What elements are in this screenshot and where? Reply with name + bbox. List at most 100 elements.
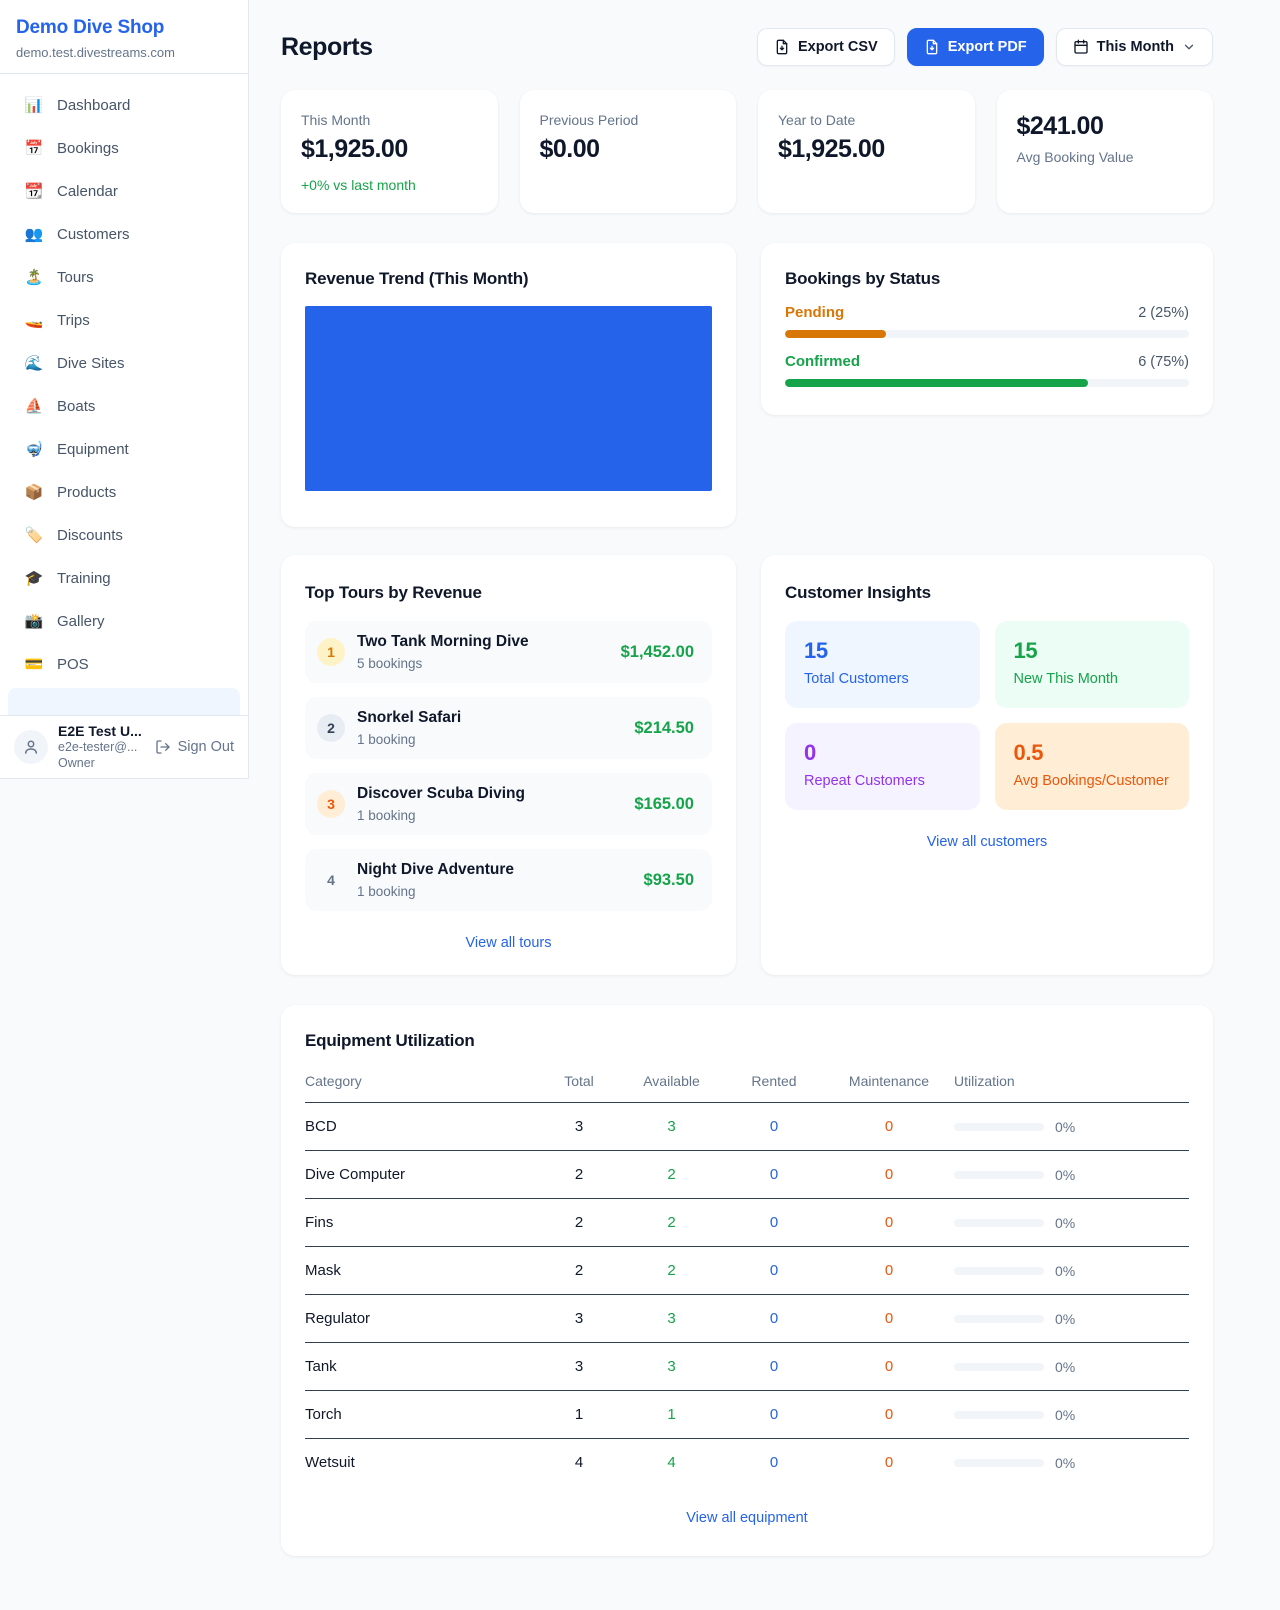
cell-category: Fins — [305, 1199, 539, 1247]
sidebar-item-gallery[interactable]: 📸Gallery — [8, 600, 240, 643]
sidebar-item-bookings[interactable]: 📅Bookings — [8, 127, 240, 170]
export-csv-label: Export CSV — [798, 39, 878, 55]
status-progress-track — [785, 379, 1189, 387]
table-row: BCD 3 3 0 0 0% — [305, 1103, 1189, 1151]
utilization-cell: 0% — [954, 1215, 1189, 1231]
top-tours-card: Top Tours by Revenue 1 Two Tank Morning … — [281, 555, 736, 975]
cell-rented: 0 — [724, 1391, 824, 1439]
sign-out-button[interactable]: Sign Out — [155, 739, 234, 755]
tour-name: Night Dive Adventure — [357, 861, 632, 879]
insight-tile-new-this-month: 15 New This Month — [995, 621, 1190, 708]
bookings-by-status-card: Bookings by Status Pending 2 (25%) Confi… — [761, 243, 1213, 415]
sidebar-item-dive-sites[interactable]: 🌊Dive Sites — [8, 342, 240, 385]
column-header-rented: Rented — [724, 1065, 824, 1103]
logout-icon — [155, 739, 171, 755]
sidebar-item-discounts[interactable]: 🏷️Discounts — [8, 514, 240, 557]
sailboat-icon: ⛵ — [24, 399, 44, 414]
column-header-available: Available — [619, 1065, 724, 1103]
utilization-cell: 0% — [954, 1311, 1189, 1327]
cell-available: 4 — [619, 1439, 724, 1487]
sidebar-item-customers[interactable]: 👥Customers — [8, 213, 240, 256]
table-row: Wetsuit 4 4 0 0 0% — [305, 1439, 1189, 1487]
status-label: Pending — [785, 304, 844, 321]
column-header-utilization: Utilization — [954, 1065, 1189, 1103]
tour-name: Discover Scuba Diving — [357, 785, 622, 803]
status-row-pending: Pending 2 (25%) — [785, 304, 1189, 338]
top-tours-title: Top Tours by Revenue — [305, 583, 712, 603]
utilization-cell: 0% — [954, 1455, 1189, 1471]
sidebar-item-equipment[interactable]: 🤿Equipment — [8, 428, 240, 471]
insight-label: Total Customers — [804, 671, 961, 687]
cell-category: Torch — [305, 1391, 539, 1439]
equipment-utilization-title: Equipment Utilization — [305, 1031, 1189, 1051]
cell-rented: 0 — [724, 1103, 824, 1151]
sidebar-item-label: Discounts — [57, 527, 123, 544]
cell-available: 2 — [619, 1151, 724, 1199]
rank-badge: 1 — [317, 638, 345, 666]
sidebar-item-calendar[interactable]: 📆Calendar — [8, 170, 240, 213]
utilization-percent: 0% — [1055, 1215, 1075, 1231]
cell-total: 2 — [539, 1199, 619, 1247]
sidebar-user-section: E2E Test U... e2e-tester@... Owner Sign … — [0, 715, 248, 778]
sidebar-item-training[interactable]: 🎓Training — [8, 557, 240, 600]
header-actions: Export CSV Export PDF This Month — [757, 28, 1213, 66]
customers-icon: 👥 — [24, 227, 44, 242]
utilization-percent: 0% — [1055, 1119, 1075, 1135]
rank-badge: 3 — [317, 790, 345, 818]
sidebar-item-products[interactable]: 📦Products — [8, 471, 240, 514]
sidebar-item-label: POS — [57, 656, 89, 673]
sidebar-item-pos[interactable]: 💳POS — [8, 643, 240, 686]
view-all-equipment-link[interactable]: View all equipment — [305, 1510, 1189, 1526]
tour-amount: $165.00 — [634, 795, 694, 814]
cell-maintenance: 0 — [824, 1103, 954, 1151]
sidebar-item-boats[interactable]: ⛵Boats — [8, 385, 240, 428]
utilization-percent: 0% — [1055, 1263, 1075, 1279]
insight-value: 0.5 — [1014, 740, 1171, 766]
charts-row: Revenue Trend (This Month) Bookings by S… — [281, 243, 1213, 527]
reports-page: { "sidebar": { "shop_name": "Demo Dive S… — [0, 0, 1280, 1610]
utilization-cell: 0% — [954, 1407, 1189, 1423]
file-download-icon — [924, 39, 940, 55]
export-csv-button[interactable]: Export CSV — [757, 28, 895, 66]
table-row: Dive Computer 2 2 0 0 0% — [305, 1151, 1189, 1199]
utilization-bar-track — [954, 1219, 1044, 1227]
main-content: Reports Export CSV Export PDF This Month… — [281, 28, 1213, 1556]
sidebar: Demo Dive Shop demo.test.divestreams.com… — [0, 0, 249, 779]
utilization-bar-track — [954, 1459, 1044, 1467]
speedboat-icon: 🚤 — [24, 313, 44, 328]
period-label: This Month — [1097, 39, 1174, 55]
period-select[interactable]: This Month — [1056, 28, 1213, 66]
sidebar-item-trips[interactable]: 🚤Trips — [8, 299, 240, 342]
cell-total: 2 — [539, 1151, 619, 1199]
sidebar-item-reports-active-clipped[interactable] — [8, 688, 240, 715]
camera-icon: 📸 — [24, 614, 44, 629]
user-name: E2E Test U... — [58, 723, 142, 739]
utilization-bar-track — [954, 1411, 1044, 1419]
utilization-bar-track — [954, 1171, 1044, 1179]
stat-label: This Month — [301, 112, 478, 128]
status-row-confirmed: Confirmed 6 (75%) — [785, 353, 1189, 387]
file-download-icon — [774, 39, 790, 55]
view-all-customers-link[interactable]: View all customers — [785, 834, 1189, 850]
shop-domain: demo.test.divestreams.com — [16, 45, 232, 60]
sidebar-item-label: Products — [57, 484, 116, 501]
export-pdf-button[interactable]: Export PDF — [907, 28, 1044, 66]
utilization-bar-track — [954, 1315, 1044, 1323]
sidebar-item-label: Dashboard — [57, 97, 130, 114]
cell-available: 3 — [619, 1295, 724, 1343]
view-all-tours-link[interactable]: View all tours — [305, 935, 712, 951]
sidebar-item-dashboard[interactable]: 📊Dashboard — [8, 84, 240, 127]
revenue-trend-title: Revenue Trend (This Month) — [305, 269, 712, 289]
wave-icon: 🌊 — [24, 356, 44, 371]
utilization-percent: 0% — [1055, 1455, 1075, 1471]
stat-card-year-to-date: Year to Date $1,925.00 — [758, 90, 975, 213]
cell-maintenance: 0 — [824, 1343, 954, 1391]
cell-total: 3 — [539, 1343, 619, 1391]
cell-rented: 0 — [724, 1343, 824, 1391]
column-header-maintenance: Maintenance — [824, 1065, 954, 1103]
cell-available: 1 — [619, 1391, 724, 1439]
insight-value: 15 — [1014, 638, 1171, 664]
sidebar-item-tours[interactable]: 🏝️Tours — [8, 256, 240, 299]
insight-tile-avg-bookings: 0.5 Avg Bookings/Customer — [995, 723, 1190, 810]
cell-category: BCD — [305, 1103, 539, 1151]
